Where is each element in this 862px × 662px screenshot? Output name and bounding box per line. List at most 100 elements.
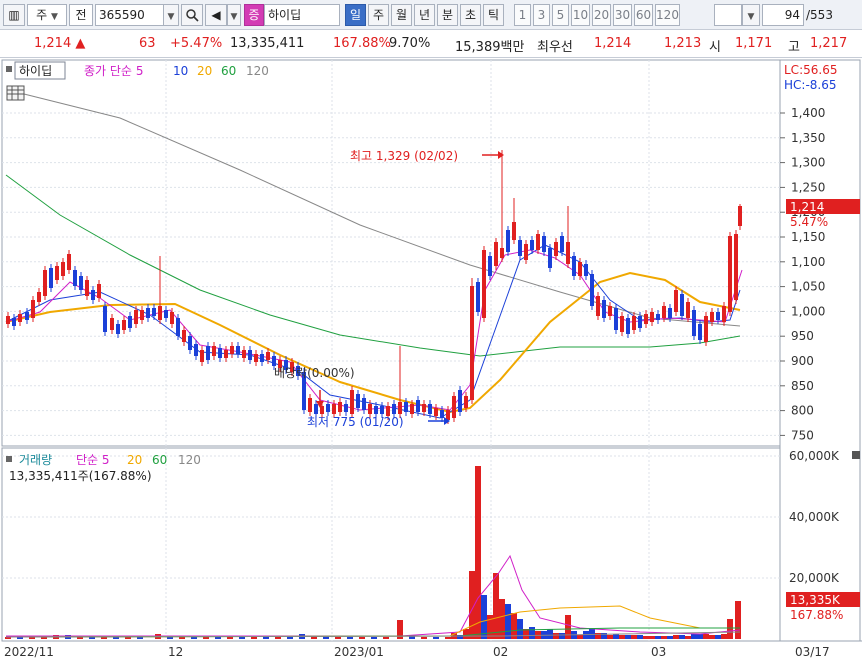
period-button[interactable]: 초	[460, 4, 481, 26]
market-select-label: 주	[36, 8, 48, 22]
candle-body	[188, 336, 192, 350]
chevron-down-icon: ▼	[50, 12, 58, 22]
period-button[interactable]: 일	[345, 4, 366, 26]
volume-bar	[481, 595, 487, 639]
candle-body	[158, 306, 162, 320]
x-tick-label: 2022/11	[4, 645, 54, 659]
candle-body	[206, 346, 210, 360]
code-dropdown-button[interactable]: ▼	[163, 4, 179, 26]
period-button[interactable]: 년	[414, 4, 435, 26]
x-tick-label: 12	[168, 645, 183, 659]
candle-body	[212, 346, 216, 356]
candle-body	[182, 330, 186, 342]
volume-bar	[625, 635, 631, 639]
volume-bar	[607, 635, 613, 639]
chart-area[interactable]: 하이딥 종가 단순 5 10 20 60 120 LC:56.65 HC:-8.…	[0, 58, 862, 662]
interval-button[interactable]: 60	[634, 4, 653, 26]
ma20-label: 20	[197, 64, 212, 78]
volume-bar	[631, 635, 637, 639]
search-icon[interactable]	[181, 4, 203, 26]
candle-body	[638, 316, 642, 328]
volume-bar	[137, 637, 143, 639]
code-value: 365590	[99, 8, 145, 22]
volume-bar	[323, 637, 329, 639]
candle-body	[49, 268, 53, 288]
candle-body	[224, 350, 228, 358]
x-tick-label: 03	[651, 645, 666, 659]
candle-body	[320, 406, 324, 414]
bid-price: 1,213	[664, 36, 702, 51]
interval-button[interactable]: 1	[514, 4, 531, 26]
candle-body	[428, 404, 432, 414]
volume-bar	[619, 635, 625, 639]
period-button[interactable]: 월	[391, 4, 412, 26]
market-select[interactable]: 주 ▼	[27, 4, 67, 26]
ma-prefix-text: 종가 단순	[84, 64, 132, 78]
period-button[interactable]: 주	[368, 4, 389, 26]
volume-bar	[553, 633, 559, 639]
trade-volume: 13,335,411	[230, 36, 305, 51]
candle-body	[416, 400, 420, 412]
candle-body	[230, 346, 234, 354]
candle-body	[602, 300, 606, 318]
price-tick-label: 800	[791, 404, 814, 418]
volume-bar	[667, 636, 673, 639]
volume-bar	[493, 573, 499, 639]
interval-button[interactable]: 20	[592, 4, 611, 26]
volume-bar	[203, 637, 209, 639]
candle-body	[18, 314, 22, 322]
price-tick-label: 1,100	[791, 255, 825, 269]
count-dropdown-button[interactable]: ▼	[742, 4, 760, 26]
candle-body	[79, 276, 83, 290]
x-tick-label: 02	[493, 645, 508, 659]
interval-button[interactable]: 3	[533, 4, 550, 26]
table-icon[interactable]	[6, 85, 25, 101]
candle-body	[380, 406, 384, 414]
volume-bar	[703, 634, 709, 639]
volume-bar	[275, 637, 281, 639]
candle-body	[392, 404, 396, 414]
candle-body	[458, 390, 462, 412]
candle-body	[518, 240, 522, 256]
hc-label: HC:-8.65	[784, 78, 837, 92]
candle-body	[326, 404, 330, 412]
candle-body	[626, 318, 630, 334]
candle-body	[31, 300, 35, 318]
candle-body	[110, 318, 114, 330]
candle-body	[464, 396, 468, 408]
period-button[interactable]: 틱	[483, 4, 504, 26]
interval-button[interactable]: 5	[552, 4, 569, 26]
volume-bar	[383, 637, 389, 639]
candle-body	[122, 320, 126, 330]
candle-body	[596, 296, 600, 316]
volume-bar	[559, 633, 565, 639]
settings-icon[interactable]	[852, 451, 860, 459]
interval-button[interactable]: 10	[571, 4, 590, 26]
sound-dropdown-button[interactable]: ▼	[227, 4, 241, 26]
candle-body	[12, 318, 16, 326]
volume-bar	[463, 629, 469, 639]
volume-bar	[511, 613, 517, 639]
period-button[interactable]: 분	[437, 4, 458, 26]
candle-body	[434, 408, 438, 416]
candle-body	[194, 344, 198, 356]
volume-bar	[655, 636, 661, 639]
count-input[interactable]: 94	[762, 4, 804, 26]
chart-type-icon[interactable]: ▥	[3, 4, 25, 26]
interval-button[interactable]: 30	[613, 4, 632, 26]
price-tick-label: 1,150	[791, 230, 825, 244]
stock-name-field[interactable]: 하이딥	[264, 4, 340, 26]
candle-body	[200, 350, 204, 362]
price-tick-label: 1,300	[791, 156, 825, 170]
volume-bar	[227, 637, 233, 639]
x-tick-label: 2023/01	[334, 645, 384, 659]
volume-bar	[727, 619, 733, 639]
candle-body	[314, 404, 318, 414]
sound-icon[interactable]: ◀	[205, 4, 227, 26]
candle-body	[356, 394, 360, 408]
candle-body	[728, 236, 732, 312]
volume-bar	[371, 637, 377, 639]
candle-body	[536, 234, 540, 250]
interval-button[interactable]: 120	[655, 4, 680, 26]
ma10-label: 10	[173, 64, 188, 78]
